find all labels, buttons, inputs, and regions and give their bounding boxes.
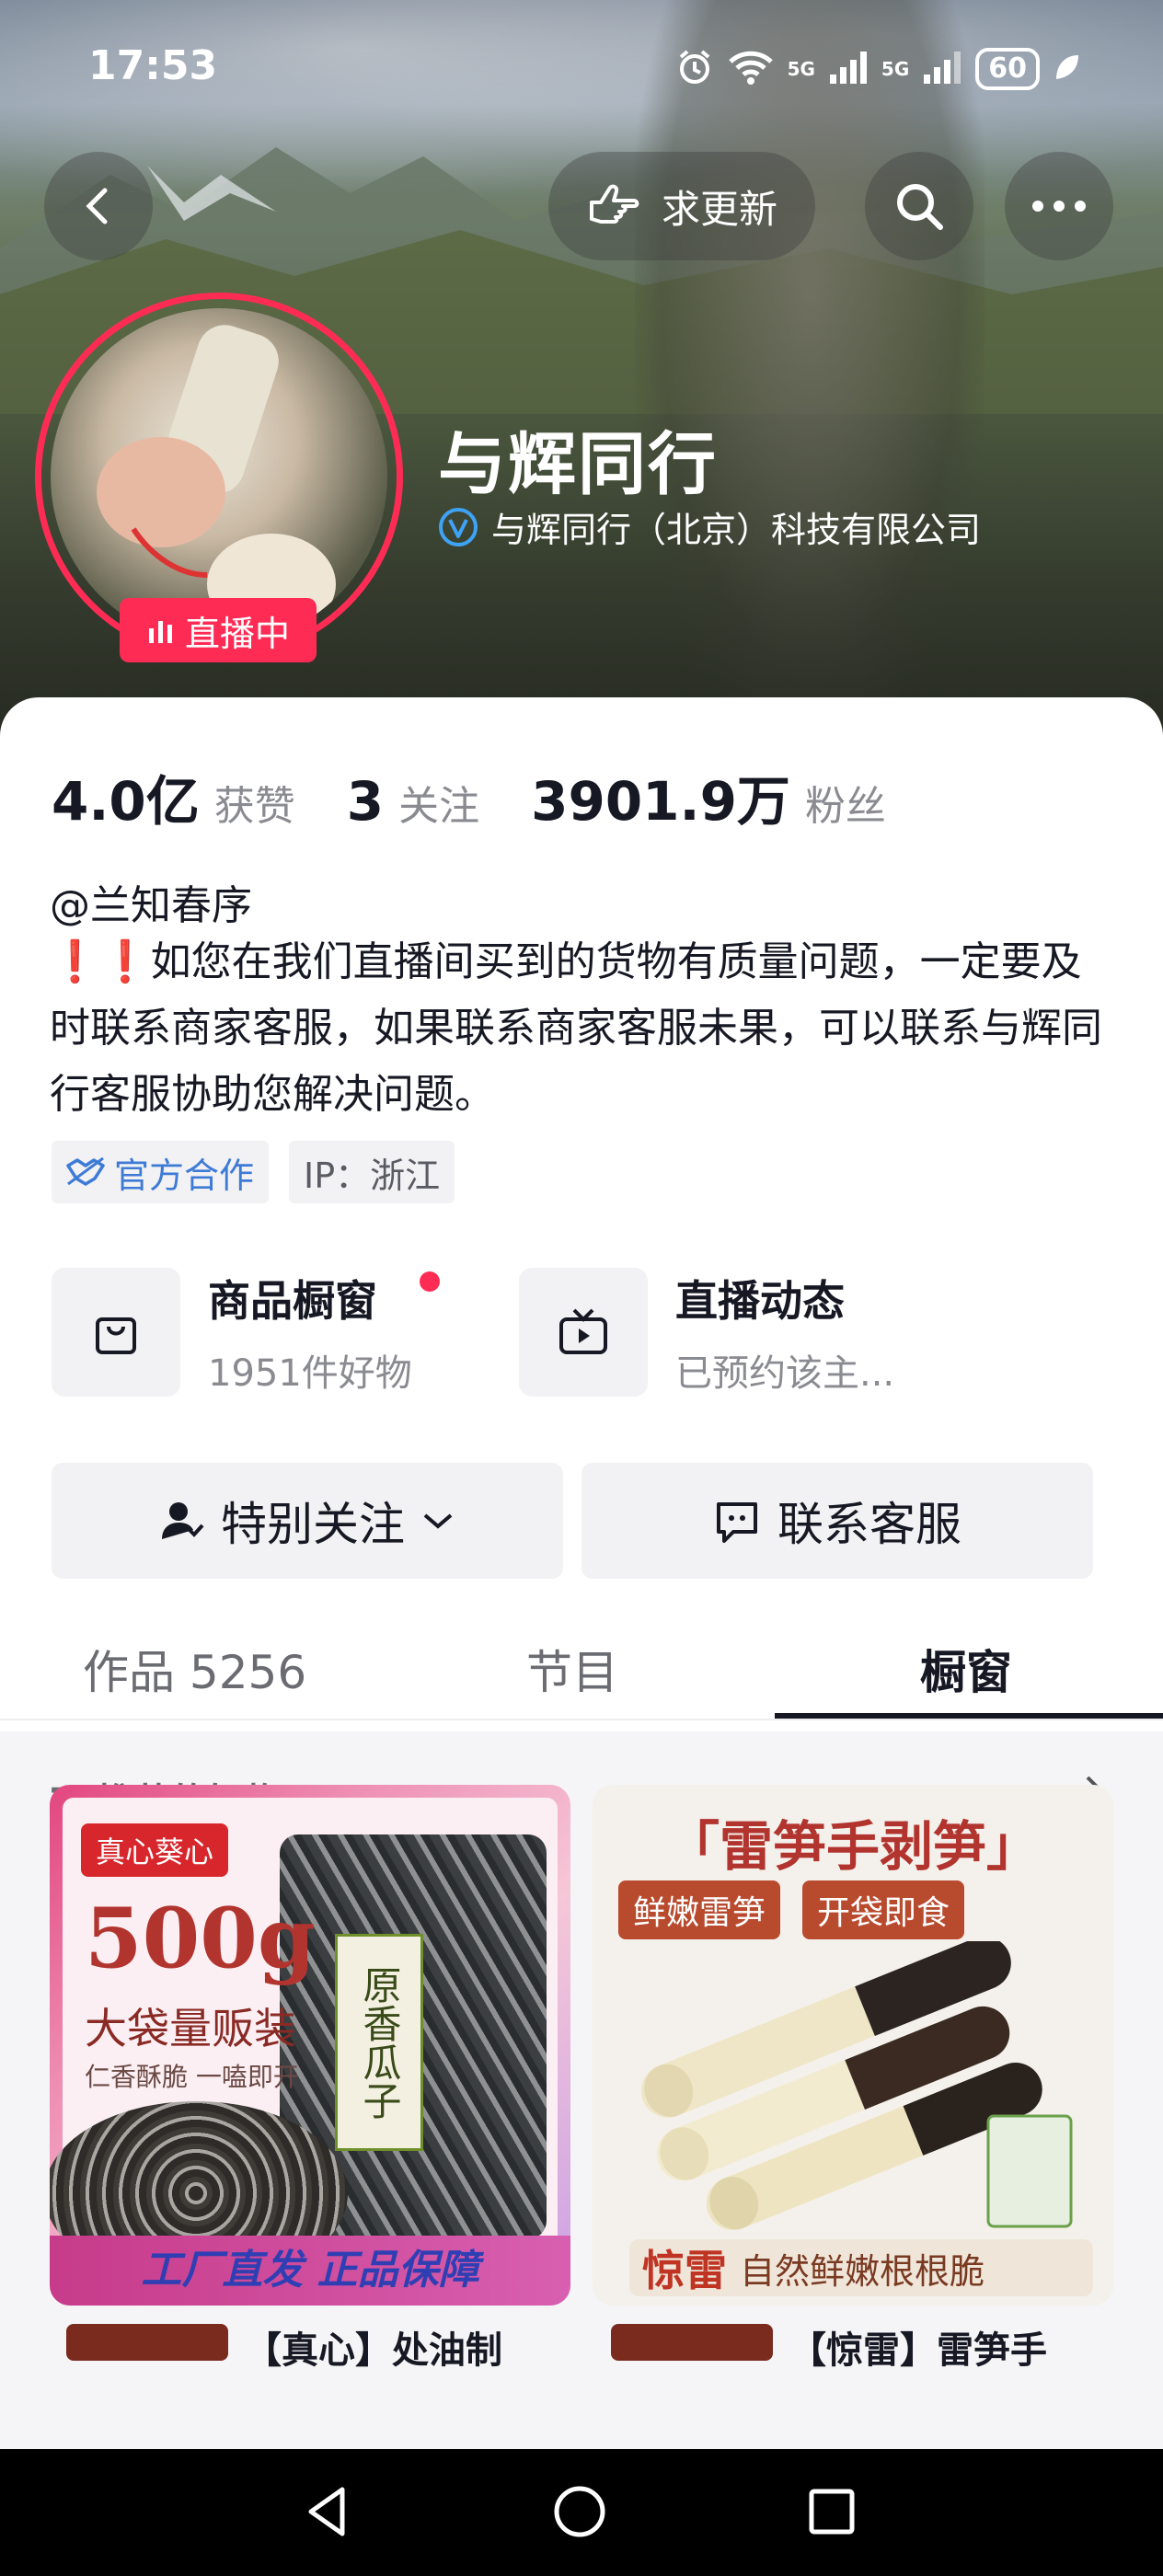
request-update-button[interactable]: 求更新 bbox=[548, 152, 815, 260]
user-follow-icon bbox=[162, 1502, 204, 1539]
product-chip-ready: 开袋即食 bbox=[802, 1880, 965, 1939]
chevron-down-icon bbox=[423, 1513, 453, 1529]
product-footer-brand: 惊雷 bbox=[642, 2246, 727, 2295]
pointing-hand-icon bbox=[589, 184, 639, 224]
search-icon bbox=[897, 184, 943, 230]
tab-shows[interactable]: 节目 bbox=[526, 1636, 618, 1702]
active-tab-indicator bbox=[775, 1713, 1163, 1719]
avatar[interactable] bbox=[51, 308, 387, 645]
contact-service-label: 联系客服 bbox=[777, 1498, 961, 1551]
product-brand-badge: 真心葵心 bbox=[81, 1823, 229, 1877]
product-chip-fresh: 鲜嫩雷笋 bbox=[618, 1880, 781, 1939]
battery-indicator: 60 bbox=[975, 48, 1040, 90]
following-label[interactable]: 关注 bbox=[398, 773, 479, 832]
product-footer-banner: 工厂直发 正品保障 bbox=[50, 2236, 570, 2306]
stats-row: 4.0亿 获赞 3 关注 3901.9万 粉丝 bbox=[52, 758, 938, 835]
product-card-bamboo-shoots[interactable]: 「雷笋手剥笋」 鲜嫩雷笋 开袋即食 惊雷 自然鲜嫩根根脆 bbox=[593, 1785, 1113, 2306]
official-partner-tag[interactable]: 官方合作 bbox=[52, 1141, 270, 1203]
network-5g-label-2: 5G bbox=[881, 58, 910, 80]
product-tagline: 仁香酥脆 一嗑即开 bbox=[85, 2062, 299, 2092]
tab-works[interactable]: 作品 5256 bbox=[83, 1636, 306, 1702]
verification-row[interactable]: 与辉同行（北京）科技有限公司 bbox=[438, 501, 981, 552]
product-footer-banner: 惊雷 自然鲜嫩根根脆 bbox=[629, 2239, 1093, 2296]
more-button[interactable] bbox=[1005, 152, 1113, 260]
tab-shop-window[interactable]: 橱窗 bbox=[920, 1636, 1012, 1702]
profile-tags: 官方合作 IP：浙江 bbox=[52, 1141, 455, 1203]
product-tag bbox=[611, 2324, 773, 2361]
bio-alert-icons: ❗❗ bbox=[50, 938, 151, 985]
product-name[interactable]: 【惊雷】雷笋手 bbox=[789, 2320, 1047, 2374]
likes-count: 4.0亿 bbox=[52, 770, 200, 833]
nav-recents-icon[interactable] bbox=[802, 2482, 861, 2541]
profile-tabs: 作品 5256 节目 橱窗 bbox=[0, 1608, 1163, 1720]
nav-home-icon[interactable] bbox=[550, 2482, 609, 2541]
live-updates-title: 直播动态 bbox=[675, 1276, 845, 1326]
product-title: 「雷笋手剥笋」 bbox=[665, 1815, 1040, 1878]
verified-company-name: 与辉同行（北京）科技有限公司 bbox=[491, 510, 982, 550]
request-update-label: 求更新 bbox=[661, 186, 777, 232]
bio-handle[interactable]: @兰知春序 bbox=[50, 872, 252, 931]
status-icons: 5G 5G 60 bbox=[675, 48, 1080, 90]
special-follow-label: 特别关注 bbox=[221, 1498, 405, 1551]
notification-dot bbox=[419, 1271, 440, 1292]
tv-icon bbox=[519, 1268, 648, 1397]
chat-bubble-icon bbox=[717, 1502, 757, 1543]
ip-location-tag: IP：浙江 bbox=[289, 1141, 455, 1203]
product-weight: 500g bbox=[85, 1890, 316, 1987]
signal-icon-2 bbox=[922, 49, 962, 89]
shop-window-subtitle: 1951件好物 bbox=[208, 1352, 412, 1395]
profile-name: 与辉同行 bbox=[438, 425, 718, 504]
shop-window-title: 商品橱窗 bbox=[208, 1276, 377, 1326]
official-partner-label: 官方合作 bbox=[114, 1155, 255, 1196]
search-button[interactable] bbox=[865, 152, 973, 260]
shopping-bag-icon bbox=[52, 1268, 180, 1397]
back-arrow-icon bbox=[86, 188, 108, 224]
live-badge-label: 直播中 bbox=[184, 613, 290, 654]
alarm-icon bbox=[675, 48, 714, 90]
ip-location-label: IP：浙江 bbox=[304, 1155, 441, 1196]
product-card-sunflower-seeds[interactable]: 原香瓜子 真心葵心 500g 大袋量贩装 仁香酥脆 一嗑即开 工厂直发 正品保障 bbox=[50, 1785, 570, 2306]
live-bars-icon bbox=[148, 621, 172, 643]
contact-service-button[interactable]: 联系客服 bbox=[582, 1463, 1093, 1579]
more-dots-icon bbox=[1032, 201, 1086, 212]
product-name[interactable]: 【真心】处油制 bbox=[245, 2320, 502, 2374]
signal-icon bbox=[828, 49, 869, 89]
leaf-icon bbox=[1053, 52, 1080, 86]
network-5g-label-1: 5G bbox=[787, 58, 815, 80]
following-count[interactable]: 3 bbox=[347, 770, 384, 833]
pack-label: 原香瓜子 bbox=[335, 1934, 423, 2151]
wifi-icon bbox=[727, 49, 775, 89]
live-updates-subtitle: 已预约该主... bbox=[675, 1352, 895, 1395]
special-follow-button[interactable]: 特别关注 bbox=[52, 1463, 563, 1579]
shop-window-entry[interactable]: 商品橱窗 1951件好物 bbox=[52, 1268, 440, 1397]
followers-count[interactable]: 3901.9万 bbox=[531, 758, 790, 835]
product-headline: 大袋量贩装 bbox=[85, 2004, 296, 2053]
status-time: 17:53 bbox=[88, 42, 218, 89]
live-badge[interactable]: 直播中 bbox=[120, 598, 317, 662]
profile-card: 4.0亿 获赞 3 关注 3901.9万 粉丝 @兰知春序 ❗❗如您在我们直播间… bbox=[0, 697, 1163, 2576]
profile-header-cover: 17:53 5G 5G 60 求更新 直播中 与辉同行 与辉同行（北京）科技有限… bbox=[0, 0, 1163, 736]
product-tag bbox=[66, 2324, 228, 2361]
bamboo-shoots-image bbox=[640, 1941, 1073, 2231]
back-button[interactable] bbox=[44, 152, 153, 260]
live-updates-entry[interactable]: 直播动态 已预约该主... bbox=[519, 1268, 894, 1397]
bio-text: ❗❗如您在我们直播间买到的货物有质量问题，一定要及时联系商家客服，如果联系商家客… bbox=[50, 929, 1117, 1128]
avatar-image bbox=[97, 325, 336, 635]
likes-label: 获赞 bbox=[213, 783, 295, 830]
verified-badge-icon bbox=[439, 507, 478, 546]
nav-back-icon[interactable] bbox=[300, 2482, 359, 2541]
bio-body: 如您在我们直播间买到的货物有质量问题，一定要及时联系商家客服，如果联系商家客服未… bbox=[50, 938, 1102, 1118]
system-nav-bar bbox=[0, 2449, 1163, 2576]
followers-label[interactable]: 粉丝 bbox=[805, 773, 886, 832]
handshake-icon bbox=[66, 1156, 105, 1186]
product-footer-text: 自然鲜嫩根根脆 bbox=[740, 2250, 985, 2292]
